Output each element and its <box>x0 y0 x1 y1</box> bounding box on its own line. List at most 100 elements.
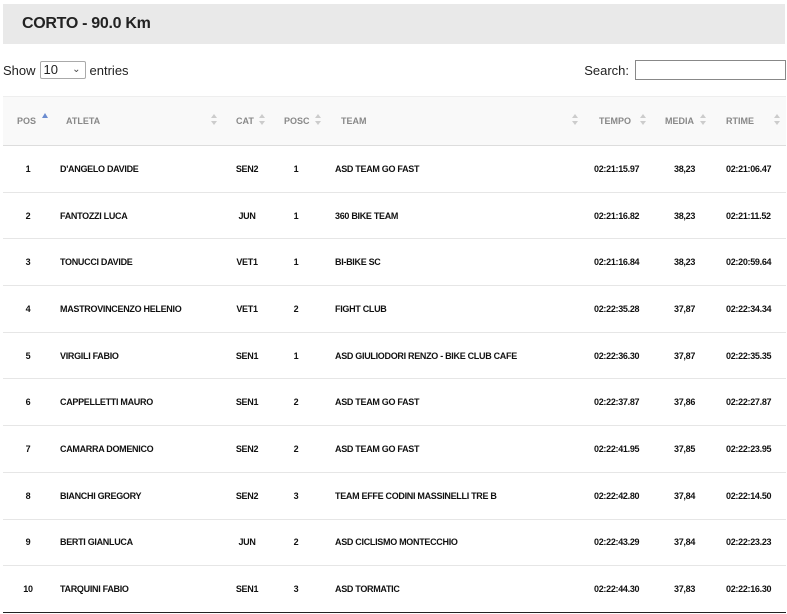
cell-tempo: 02:21:15.97 <box>584 145 652 193</box>
results-table-body: 1 D'ANGELO DAVIDE SEN2 1 ASD TEAM GO FAST 02:… <box>3 145 786 613</box>
cell-team: ASD TEAM GO FAST <box>327 378 584 427</box>
cell-rtime: 02:22:27.87 <box>712 378 786 427</box>
cell-cat: SEN1 <box>223 332 271 380</box>
cell-posc: 2 <box>271 425 327 473</box>
column-header-rtime[interactable]: RTIME <box>712 96 786 146</box>
entries-label: entries <box>89 62 129 78</box>
show-label: Show <box>3 62 36 78</box>
cell-posc: 3 <box>271 472 327 520</box>
cell-rtime: 02:22:34.34 <box>712 285 786 333</box>
cell-tempo: 02:21:16.84 <box>584 238 652 287</box>
table-row: 3 TONUCCI DAVIDE VET1 1 BI-BIKE SC 02:21:16.8… <box>3 238 786 287</box>
table-row: 2 FANTOZZI LUCA JUN 1 360 BIKE TEAM 02:21:16.… <box>3 192 786 240</box>
cell-atleta: BIANCHI GREGORY <box>53 472 223 520</box>
cell-pos: 9 <box>3 519 53 567</box>
cell-pos: 2 <box>3 192 53 240</box>
search-label: Search: <box>584 62 629 78</box>
table-header-row: POS ATLETA CAT POSC TEAM TEMPO MEDIA RTI… <box>3 96 786 146</box>
table-row: 9 BERTI GIANLUCA JUN 2 ASD CICLISMO MONTECCH… <box>3 519 786 567</box>
cell-posc: 2 <box>271 285 327 333</box>
page-title-bar: CORTO - 90.0 Km <box>3 4 785 44</box>
column-header-tempo[interactable]: TEMPO <box>584 96 652 146</box>
cell-team: 360 BIKE TEAM <box>327 192 584 240</box>
sort-icon <box>700 114 706 128</box>
table-row: 1 D'ANGELO DAVIDE SEN2 1 ASD TEAM GO FAST 02:… <box>3 145 786 193</box>
entries-select-value: 10 <box>43 62 58 77</box>
cell-posc: 1 <box>271 145 327 193</box>
column-header-label: CAT <box>236 116 254 126</box>
column-header-team[interactable]: TEAM <box>327 96 584 146</box>
cell-cat: SEN2 <box>223 472 271 520</box>
table-row: 6 CAPPELLETTI MAURO SEN1 2 ASD TEAM GO FAST 0… <box>3 378 786 427</box>
column-header-label: RTIME <box>726 116 754 126</box>
cell-media: 37,87 <box>652 285 712 333</box>
cell-pos: 3 <box>3 238 53 287</box>
cell-atleta: TARQUINI FABIO <box>53 565 223 613</box>
cell-rtime: 02:22:16.30 <box>712 565 786 613</box>
cell-tempo: 02:21:16.82 <box>584 192 652 240</box>
entries-select[interactable]: 10 ⌄ <box>39 61 86 79</box>
cell-atleta: CAPPELLETTI MAURO <box>53 378 223 427</box>
cell-pos: 7 <box>3 425 53 473</box>
cell-cat: VET1 <box>223 238 271 287</box>
cell-media: 37,84 <box>652 472 712 520</box>
column-header-posc[interactable]: POSC <box>271 96 327 146</box>
cell-tempo: 02:22:37.87 <box>584 378 652 427</box>
column-header-pos[interactable]: POS <box>3 96 53 146</box>
column-header-label: TEMPO <box>599 116 632 126</box>
cell-tempo: 02:22:35.28 <box>584 285 652 333</box>
cell-cat: SEN2 <box>223 425 271 473</box>
sort-icon <box>572 114 578 128</box>
cell-cat: JUN <box>223 519 271 567</box>
search-control: Search: <box>584 60 786 80</box>
cell-posc: 2 <box>271 378 327 427</box>
cell-atleta: D'ANGELO DAVIDE <box>53 145 223 193</box>
cell-pos: 10 <box>3 565 53 613</box>
table-row: 7 CAMARRA DOMENICO SEN2 2 ASD TEAM GO FAST 02… <box>3 425 786 473</box>
table-row: 5 VIRGILI FABIO SEN1 1 ASD GIULIODORI RENZO … <box>3 332 786 380</box>
chevron-down-icon: ⌄ <box>72 64 81 75</box>
cell-cat: SEN1 <box>223 565 271 613</box>
cell-atleta: FANTOZZI LUCA <box>53 192 223 240</box>
cell-tempo: 02:22:44.30 <box>584 565 652 613</box>
sort-icon <box>259 114 265 128</box>
cell-pos: 8 <box>3 472 53 520</box>
cell-atleta: MASTROVINCENZO HELENIO <box>53 285 223 333</box>
table-controls: Show 10 ⌄ entries Search: <box>3 58 786 84</box>
cell-pos: 4 <box>3 285 53 333</box>
column-header-label: ATLETA <box>66 116 101 126</box>
table-row: 8 BIANCHI GREGORY SEN2 3 TEAM EFFE CODINI MA… <box>3 472 786 520</box>
results-table: POS ATLETA CAT POSC TEAM TEMPO MEDIA RTI… <box>3 96 786 613</box>
cell-rtime: 02:20:59.64 <box>712 238 786 287</box>
sort-icon <box>774 114 780 128</box>
column-header-media[interactable]: MEDIA <box>652 96 712 146</box>
cell-media: 37,83 <box>652 565 712 613</box>
cell-atleta: TONUCCI DAVIDE <box>53 238 223 287</box>
sort-ascending-icon <box>42 113 48 118</box>
table-row: 10 TARQUINI FABIO SEN1 3 ASD TORMATIC 02:22:4… <box>3 565 786 613</box>
cell-posc: 1 <box>271 332 327 380</box>
cell-tempo: 02:22:43.29 <box>584 519 652 567</box>
entries-length-control: Show 10 ⌄ entries <box>3 61 129 79</box>
column-header-label: MEDIA <box>665 116 694 126</box>
cell-rtime: 02:21:11.52 <box>712 192 786 240</box>
cell-pos: 1 <box>3 145 53 193</box>
cell-rtime: 02:22:14.50 <box>712 472 786 520</box>
cell-atleta: CAMARRA DOMENICO <box>53 425 223 473</box>
cell-posc: 1 <box>271 238 327 287</box>
cell-rtime: 02:22:35.35 <box>712 332 786 380</box>
sort-icon <box>640 114 646 128</box>
search-input[interactable] <box>635 60 786 80</box>
cell-media: 37,85 <box>652 425 712 473</box>
cell-media: 37,86 <box>652 378 712 427</box>
cell-posc: 2 <box>271 519 327 567</box>
column-header-label: POS <box>17 116 37 126</box>
cell-media: 37,84 <box>652 519 712 567</box>
cell-posc: 3 <box>271 565 327 613</box>
cell-media: 37,87 <box>652 332 712 380</box>
column-header-atleta[interactable]: ATLETA <box>53 96 223 146</box>
cell-team: ASD GIULIODORI RENZO - BIKE CLUB CAFE <box>327 332 584 380</box>
column-header-cat[interactable]: CAT <box>223 96 271 146</box>
cell-media: 38,23 <box>652 238 712 287</box>
cell-team: BI-BIKE SC <box>327 238 584 287</box>
